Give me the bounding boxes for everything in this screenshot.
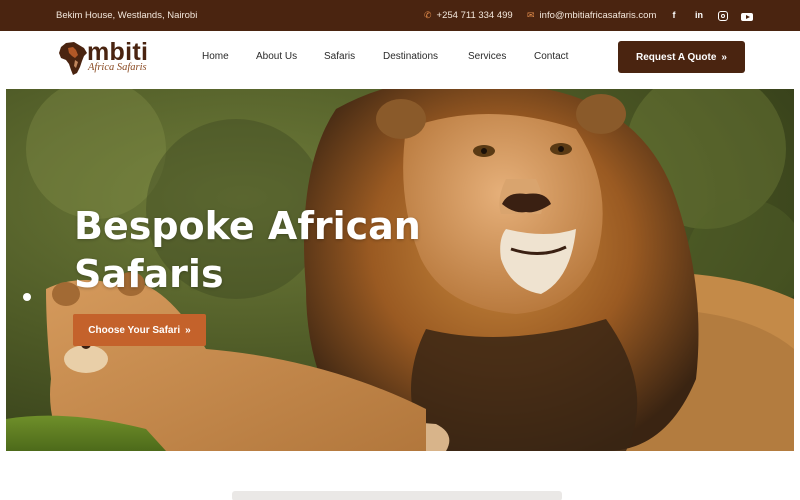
youtube-icon[interactable]: [741, 12, 753, 21]
phone-link[interactable]: ✆ +254 711 334 499: [424, 10, 513, 21]
nav-item-safaris[interactable]: Safaris: [324, 51, 355, 62]
carousel-dot[interactable]: [23, 293, 31, 301]
nav-item-destinations[interactable]: Destinations: [383, 51, 438, 62]
nav-item-contact[interactable]: Contact: [534, 51, 568, 62]
nav-item-home[interactable]: Home: [202, 51, 229, 62]
choose-safari-button[interactable]: Choose Your Safari »: [73, 314, 206, 346]
linkedin-icon[interactable]: in: [693, 8, 705, 22]
top-info-bar: Bekim House, Westlands, Nairobi ✆ +254 7…: [0, 0, 800, 31]
double-chevron-right-icon: »: [721, 51, 727, 63]
email-link[interactable]: ✉ info@mbitiafricasafaris.com: [527, 10, 656, 21]
instagram-icon[interactable]: [718, 11, 728, 21]
hero-title-line-1: Bespoke African: [74, 204, 421, 248]
phone-icon: ✆: [424, 10, 432, 20]
hero-title-line-2: Safaris: [74, 252, 224, 296]
nav-item-services[interactable]: Services: [468, 51, 506, 62]
mail-icon: ✉: [527, 10, 535, 20]
social-links: f in: [668, 8, 753, 22]
request-quote-button[interactable]: Request A Quote »: [618, 41, 745, 73]
section-heading-blur: [232, 491, 562, 500]
address-text: Bekim House, Westlands, Nairobi: [56, 10, 198, 21]
hero-banner: Bespoke African Safaris Choose Your Safa…: [6, 89, 794, 451]
next-section-peek: [0, 451, 800, 500]
double-chevron-right-icon: »: [185, 324, 191, 336]
choose-safari-label: Choose Your Safari: [88, 324, 181, 336]
hero-title: Bespoke African Safaris: [74, 202, 474, 298]
nav-item-about-us[interactable]: About Us: [256, 51, 297, 62]
email-text: info@mbitiafricasafaris.com: [539, 10, 657, 21]
main-navigation: mbiti Africa Safaris Home About Us Safar…: [0, 31, 800, 89]
request-quote-label: Request A Quote: [636, 51, 717, 63]
phone-text: +254 711 334 499: [436, 10, 513, 21]
facebook-icon[interactable]: f: [668, 8, 680, 22]
